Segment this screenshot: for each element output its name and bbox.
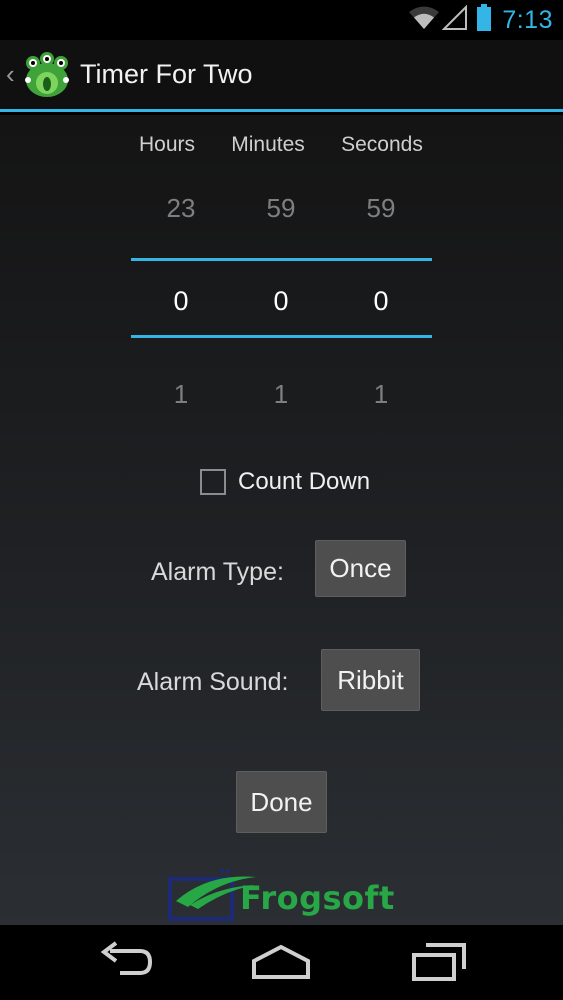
navigation-bar [0,925,563,1000]
status-icons: 7:13 [400,3,553,37]
seconds-picker[interactable]: 0 [331,286,431,317]
minutes-next-value[interactable]: 1 [231,379,331,410]
seconds-prev-value[interactable]: 59 [331,193,431,224]
picker-selection-top-line [131,258,432,261]
minutes-prev-value[interactable]: 59 [231,193,331,224]
alarm-type-label: Alarm Type: [151,558,284,586]
battery-icon [476,3,492,37]
app-title: Timer For Two [80,59,253,89]
count-down-label[interactable]: Count Down [238,468,370,496]
minutes-header: Minutes [231,133,305,156]
signal-icon [441,4,468,36]
frogsoft-logo: Frogsoft [168,867,398,925]
alarm-sound-button[interactable]: Ribbit [321,649,420,711]
count-down-checkbox[interactable] [200,469,226,495]
seconds-header: Seconds [341,133,423,156]
minutes-picker[interactable]: 0 [231,286,331,317]
up-caret-icon[interactable]: ‹ [6,59,20,90]
hours-header: Hours [138,133,196,156]
picker-selection-bottom-line [131,335,432,338]
action-bar: ‹ Timer For Two [0,40,563,112]
timer-settings-panel: Hours Minutes Seconds 23 59 59 0 0 0 1 1… [0,115,563,925]
wifi-icon [408,5,440,36]
done-button[interactable]: Done [236,771,327,833]
alarm-type-button[interactable]: Once [315,540,406,597]
recent-apps-icon[interactable] [410,939,468,990]
frogsoft-logo-text: Frogsoft [240,879,395,917]
frog-app-icon[interactable] [22,50,72,100]
home-icon[interactable] [250,939,312,990]
back-icon[interactable] [96,939,154,990]
hours-prev-value[interactable]: 23 [131,193,231,224]
alarm-sound-label: Alarm Sound: [137,668,289,696]
count-down-row[interactable]: Count Down [200,468,370,496]
status-bar: 7:13 [0,0,563,40]
hours-next-value[interactable]: 1 [131,379,231,410]
hours-picker[interactable]: 0 [131,286,231,317]
seconds-next-value[interactable]: 1 [331,379,431,410]
status-clock: 7:13 [502,5,553,34]
